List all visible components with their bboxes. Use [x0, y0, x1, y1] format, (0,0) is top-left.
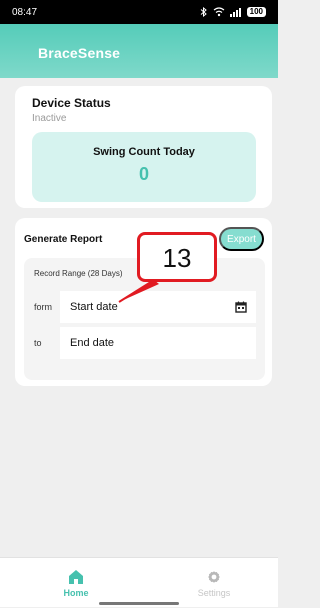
home-indicator — [99, 602, 179, 605]
wifi-icon — [213, 7, 225, 17]
from-label: form — [34, 302, 52, 312]
status-time: 08:47 — [12, 6, 38, 18]
swing-count-title: Swing Count Today — [93, 146, 195, 158]
from-date-row: form — [34, 291, 256, 325]
device-status-card: Device Status Inactive Swing Count Today… — [15, 86, 272, 208]
record-range-label: Record Range (28 Days) — [34, 269, 123, 278]
start-date-input[interactable] — [60, 291, 256, 323]
device-status-state: Inactive — [32, 113, 67, 124]
to-label: to — [34, 338, 42, 348]
nav-settings-label: Settings — [197, 588, 231, 598]
battery-icon: 100 — [246, 7, 266, 17]
annotation-number: 13 — [162, 243, 192, 273]
report-title: Generate Report — [24, 234, 103, 245]
swing-count-panel: Swing Count Today 0 — [32, 132, 256, 202]
app-header: BraceSense — [0, 24, 278, 78]
annotation-callout: 13 — [137, 232, 217, 282]
nav-settings[interactable]: Settings — [168, 558, 260, 608]
gear-icon — [208, 571, 220, 583]
swing-count-value: 0 — [138, 164, 149, 184]
home-icon — [69, 570, 83, 584]
status-icons: 100 — [200, 7, 266, 17]
export-button[interactable]: Export — [219, 227, 264, 251]
nav-home[interactable]: Home — [30, 558, 122, 608]
signal-icon — [229, 7, 242, 17]
nav-home-label: Home — [63, 588, 89, 598]
bluetooth-icon — [200, 7, 208, 17]
calendar-icon[interactable] — [234, 300, 248, 314]
bottom-navigation: Home Settings — [0, 557, 278, 607]
device-status-title: Device Status — [32, 96, 111, 110]
app-title: BraceSense — [38, 45, 121, 61]
to-date-row: to — [34, 327, 256, 361]
end-date-input[interactable] — [60, 327, 256, 359]
status-bar: 08:47 100 — [0, 0, 278, 24]
